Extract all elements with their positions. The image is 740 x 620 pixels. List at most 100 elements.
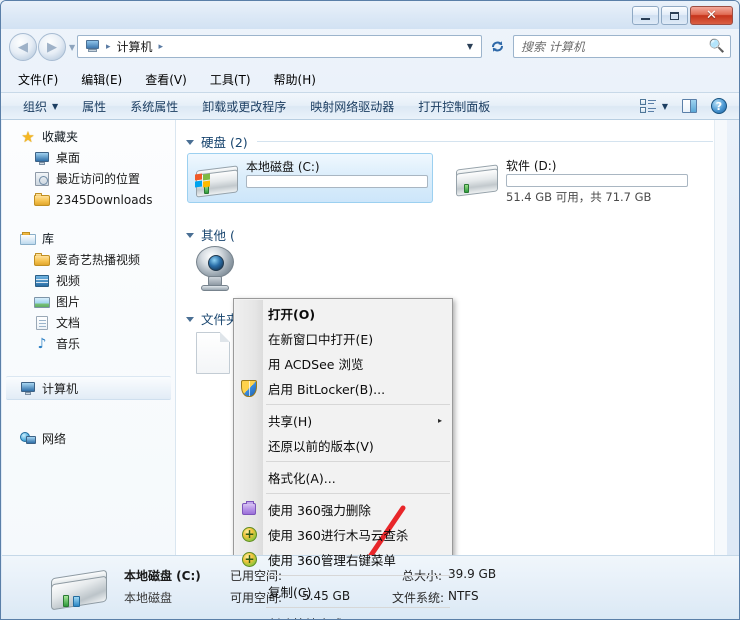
context-menu-item-open[interactable]: 打开(O) <box>234 301 452 326</box>
drive-usage-bar-d <box>506 174 688 187</box>
menu-tools[interactable]: 工具(T) <box>207 69 254 90</box>
toolbar-open-control-panel[interactable]: 打开控制面板 <box>418 98 490 115</box>
context-menu-item-create-shortcut[interactable]: 创建快捷方式(S) <box>234 611 452 619</box>
details-title: 本地磁盘 (C:) <box>124 569 201 583</box>
computer-icon <box>20 380 36 396</box>
drive-tile-d[interactable]: 软件 (D:) 51.4 GB 可用，共 71.7 GB <box>448 153 694 204</box>
nav-group-computer: 计算机 <box>2 376 175 400</box>
drive-tile-c[interactable]: 本地磁盘 (C:) <box>187 153 433 203</box>
help-icon[interactable]: ? <box>711 98 727 114</box>
context-menu-label-restore-previous-versions: 还原以前的版本(V) <box>268 439 374 454</box>
window-controls: ✕ <box>632 6 733 25</box>
context-menu-label-share: 共享(H) <box>268 414 313 429</box>
minimize-icon <box>641 17 650 20</box>
sidebar-item-documents[interactable]: 文档 <box>2 312 175 333</box>
context-menu-label-create-shortcut: 创建快捷方式(S) <box>268 614 361 619</box>
group-header-hard-disks[interactable]: 硬盘 (2) <box>186 132 713 151</box>
view-chevron-down-icon[interactable]: ▼ <box>662 102 668 111</box>
submenu-arrow-icon: ▸ <box>437 416 442 425</box>
context-menu-item-enable-bitlocker[interactable]: 启用 BitLocker(B)... <box>234 376 452 401</box>
library-icon <box>20 231 36 247</box>
breadcrumb-computer[interactable]: 计算机 <box>115 38 155 55</box>
webcam-device-icon[interactable] <box>192 246 238 292</box>
drive-info-d: 51.4 GB 可用，共 71.7 GB <box>506 190 652 204</box>
preview-pane-icon[interactable] <box>682 99 697 113</box>
context-menu-separator <box>266 607 450 608</box>
back-button[interactable]: ◀ <box>9 33 37 61</box>
sidebar-item-videos[interactable]: 视频 <box>2 270 175 291</box>
search-box[interactable]: 🔍 <box>513 35 731 58</box>
drive-name-c: 本地磁盘 (C:) <box>246 160 320 174</box>
toolbar-properties[interactable]: 属性 <box>82 98 106 115</box>
sidebar-item-2345downloads[interactable]: 2345Downloads <box>2 189 175 210</box>
minimize-button[interactable] <box>632 6 659 25</box>
sidebar-item-desktop[interactable]: 桌面 <box>2 147 175 168</box>
context-menu-item-format[interactable]: 格式化(A)... <box>234 465 452 490</box>
sidebar-label-documents: 文档 <box>56 316 81 330</box>
search-icon[interactable]: 🔍 <box>709 39 725 54</box>
drive-icon-large <box>47 569 109 614</box>
recent-pages-dropdown-icon[interactable]: ▼ <box>69 43 75 52</box>
collapse-triangle-icon <box>186 233 194 238</box>
toolbar-map-network-drive[interactable]: 映射网络驱动器 <box>310 98 394 115</box>
group-header-other[interactable]: 其他 ( <box>186 225 266 244</box>
context-menu-separator <box>266 493 450 494</box>
toolbar-uninstall-program[interactable]: 卸载或更改程序 <box>202 98 286 115</box>
close-button[interactable]: ✕ <box>690 6 733 25</box>
file-item-icon[interactable] <box>196 332 230 374</box>
menu-edit[interactable]: 编辑(E) <box>78 69 125 90</box>
folder-icon <box>34 192 50 208</box>
sidebar-label-recent-places: 最近访问的位置 <box>56 172 141 186</box>
documents-icon <box>34 315 50 331</box>
maximize-button[interactable] <box>661 6 688 25</box>
sidebar-item-recent-places[interactable]: 最近访问的位置 <box>2 168 175 189</box>
context-menu-item-copy[interactable]: 复制(C) <box>234 579 452 604</box>
sidebar-item-iqiyi-videos[interactable]: 爱奇艺热播视频 <box>2 249 175 270</box>
details-subtitle: 本地磁盘 <box>124 591 173 605</box>
context-menu-item-browse-acdsee[interactable]: 用 ACDSee 浏览 <box>234 351 452 376</box>
drive-icon <box>454 164 500 199</box>
context-menu-label-copy: 复制(C) <box>268 585 312 600</box>
sidebar-item-libraries[interactable]: 库 <box>2 228 175 249</box>
details-total-value: 39.9 GB <box>448 567 497 581</box>
360-scan-icon <box>241 526 258 543</box>
address-row: ◀ ▶ ▼ ▸ 计算机 ▸ ▼ 🔍 <box>1 29 739 67</box>
context-menu-item-share[interactable]: 共享(H) ▸ <box>234 408 452 433</box>
context-menu-item-360-manage-menu[interactable]: 使用 360管理右键菜单 <box>234 547 452 572</box>
group-label-hard-disks: 硬盘 (2) <box>201 135 248 150</box>
breadcrumb-separator-icon: ▸ <box>106 41 111 52</box>
menu-file[interactable]: 文件(F) <box>15 69 61 90</box>
menu-view[interactable]: 查看(V) <box>142 69 190 90</box>
toolbar-organize[interactable]: 组织 ▼ <box>23 98 58 115</box>
context-menu-label-open-new-window: 在新窗口中打开(E) <box>268 332 374 347</box>
search-input[interactable] <box>519 38 709 55</box>
refresh-icon <box>491 41 503 52</box>
360-shred-icon <box>241 501 258 518</box>
context-menu-item-360-trojan-scan[interactable]: 使用 360进行木马云查杀 <box>234 522 452 547</box>
context-menu-label-open: 打开(O) <box>268 307 316 322</box>
toolbar-system-properties[interactable]: 系统属性 <box>130 98 178 115</box>
explorer-window: ✕ ◀ ▶ ▼ ▸ 计算机 ▸ ▼ 搜索 计算机 🔍 文件(F) 编辑(E) 查… <box>0 0 740 620</box>
breadcrumb-separator-icon-2[interactable]: ▸ <box>155 42 168 52</box>
sidebar-item-pictures[interactable]: 图片 <box>2 291 175 312</box>
address-bar[interactable]: ▸ 计算机 ▸ ▼ <box>77 35 482 58</box>
sidebar-item-computer[interactable]: 计算机 <box>6 376 171 400</box>
context-menu-item-360-force-delete[interactable]: 使用 360强力删除 <box>234 497 452 522</box>
navigation-pane: ★ 收藏夹 桌面 最近访问的位置 2345Downloads 库 爱奇艺热播视频… <box>2 120 176 555</box>
sidebar-item-favorites[interactable]: ★ 收藏夹 <box>2 126 175 147</box>
menu-help[interactable]: 帮助(H) <box>271 69 319 90</box>
sidebar-label-favorites: 收藏夹 <box>42 130 79 144</box>
address-dropdown-icon[interactable]: ▼ <box>467 42 479 51</box>
sidebar-item-network[interactable]: 网络 <box>2 428 175 449</box>
refresh-button[interactable] <box>486 36 508 57</box>
forward-button[interactable]: ▶ <box>38 33 66 61</box>
context-menu-item-open-new-window[interactable]: 在新窗口中打开(E) <box>234 326 452 351</box>
close-icon: ✕ <box>706 8 717 23</box>
toolbar-organize-label: 组织 <box>23 99 48 114</box>
content-scrollbar[interactable] <box>714 120 727 555</box>
context-menu-label-360-manage-menu: 使用 360管理右键菜单 <box>268 553 396 568</box>
context-menu-item-restore-previous-versions[interactable]: 还原以前的版本(V) <box>234 433 452 458</box>
sidebar-item-music[interactable]: ♪ 音乐 <box>2 333 175 354</box>
title-bar: ✕ <box>1 1 739 29</box>
change-view-icon[interactable] <box>639 99 656 113</box>
